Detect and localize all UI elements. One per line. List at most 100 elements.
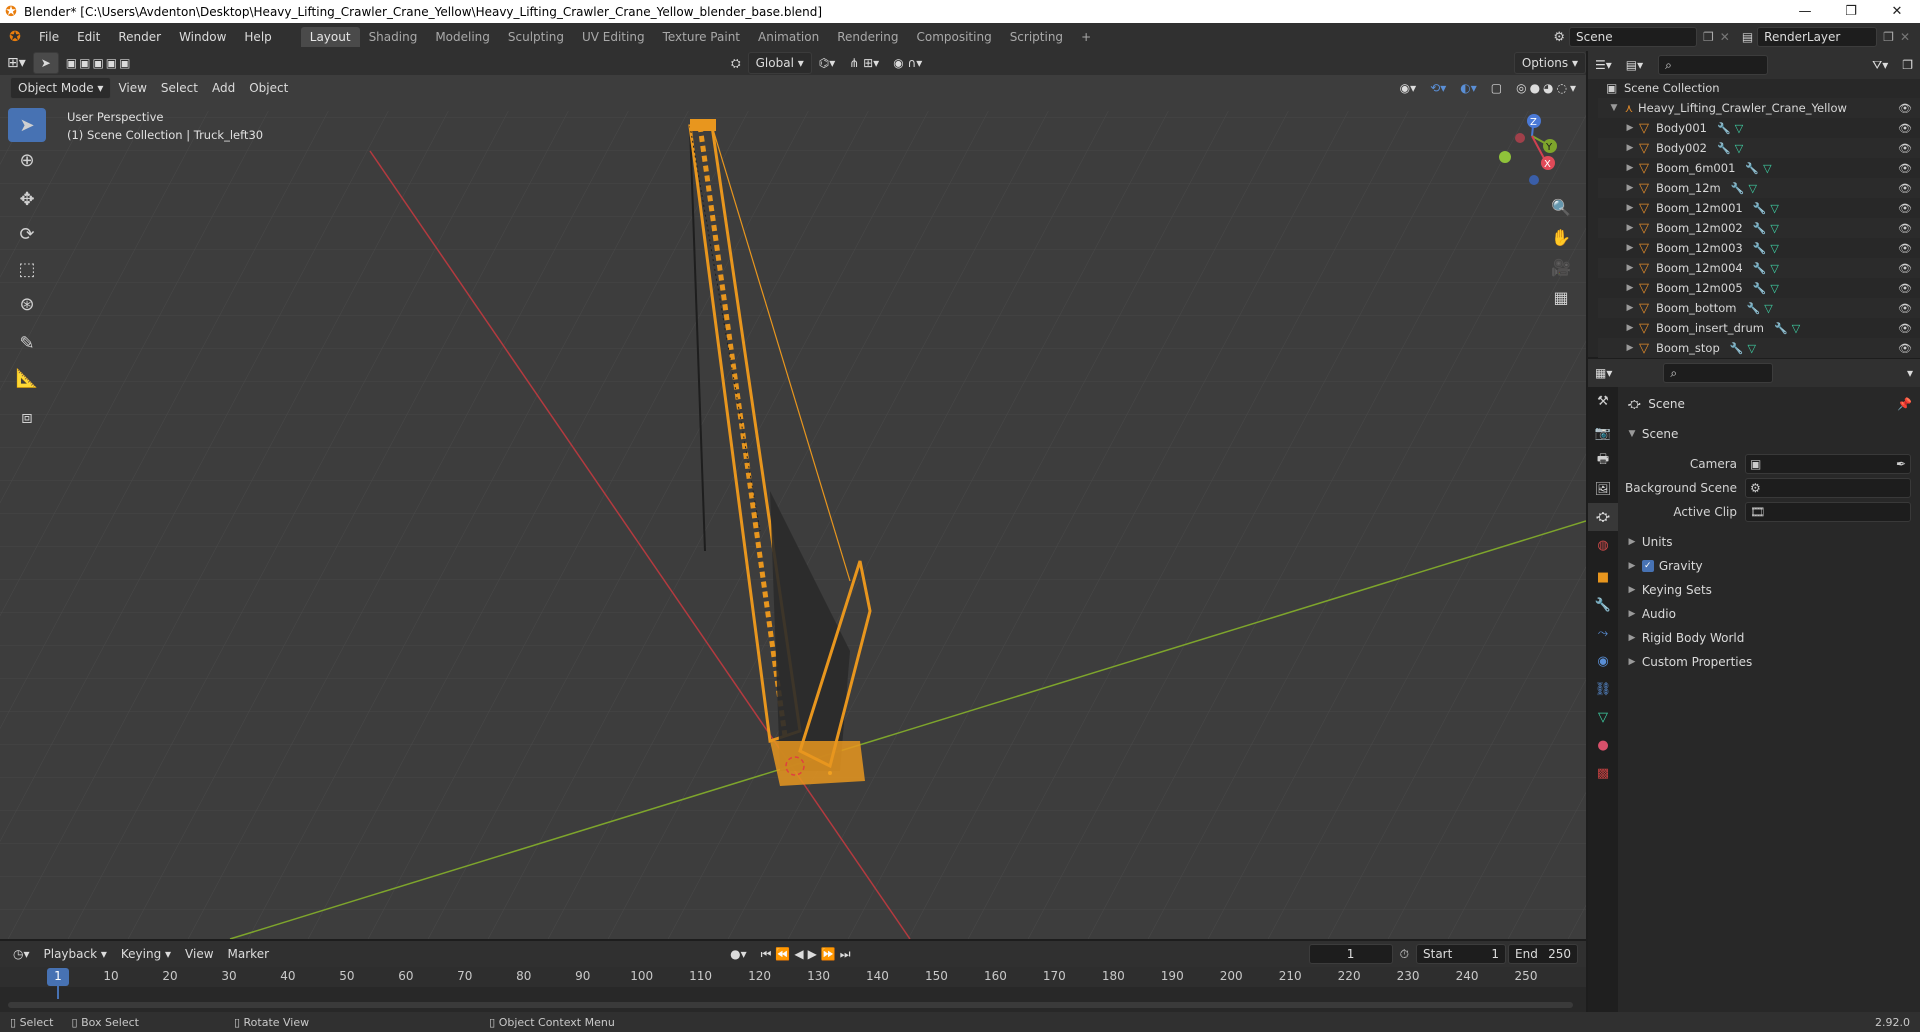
active-clip-field[interactable]: 🎞 (1745, 502, 1911, 522)
view-layer-tab-icon[interactable]: 🖼 (1588, 475, 1618, 503)
menu-file[interactable]: File (30, 30, 68, 44)
expand-arrow-icon[interactable]: ▶ (1624, 183, 1636, 193)
camera-field[interactable]: ▣ ✒ (1745, 454, 1911, 474)
select-box-tool-icon[interactable]: ➤ (8, 108, 46, 142)
scene-tab-icon[interactable]: ⛮ (1588, 503, 1618, 531)
mesh-data-icon[interactable]: ▽ (1748, 182, 1756, 195)
tab-sculpting[interactable]: Sculpting (499, 27, 573, 47)
tab-scripting[interactable]: Scripting (1001, 27, 1072, 47)
end-frame-field[interactable]: End 250 (1508, 944, 1578, 964)
visibility-eye-icon[interactable]: 👁 (1898, 122, 1912, 135)
properties-section-keying-sets[interactable]: ▶ Keying Sets (1620, 578, 1920, 602)
mesh-data-icon[interactable]: ▽ (1735, 142, 1743, 155)
filter-icon[interactable]: ⛛▾ (1865, 54, 1895, 76)
mesh-data-icon[interactable]: ▽ (1770, 282, 1778, 295)
outliner-row-object[interactable]: ▶ ▽ Boom_12m002 🔧 ▽ 👁 (1598, 218, 1920, 238)
visibility-eye-icon[interactable]: 👁 (1898, 162, 1912, 175)
visibility-eye-icon[interactable]: 👁 (1898, 102, 1912, 115)
visibility-icon[interactable]: ◉▾ (1393, 77, 1424, 99)
outliner-search-input[interactable]: ⌕ (1658, 55, 1769, 75)
xray-toggle-icon[interactable]: ▢ (1484, 77, 1509, 99)
menu-object[interactable]: Object (242, 77, 295, 99)
tab-rendering[interactable]: Rendering (828, 27, 907, 47)
delete-view-layer-icon[interactable]: ✕ (1900, 30, 1920, 44)
outliner-row-object[interactable]: ▶ ▽ Body002 🔧 ▽ 👁 (1598, 138, 1920, 158)
transform-orientation-dropdown[interactable]: Global ▾ (747, 52, 812, 74)
visibility-eye-icon[interactable]: 👁 (1898, 342, 1912, 355)
expand-arrow-icon[interactable]: ▶ (1624, 283, 1636, 293)
editor-type-icon[interactable]: ⊞▾ (0, 52, 33, 74)
particles-tab-icon[interactable]: ⤳ (1588, 619, 1618, 647)
transform-tool-icon[interactable]: ⊛ (8, 287, 46, 321)
mesh-data-icon[interactable]: ▽ (1770, 222, 1778, 235)
visibility-eye-icon[interactable]: 👁 (1898, 302, 1912, 315)
preview-range-icon[interactable]: ⏱ (1393, 943, 1416, 965)
minimize-button[interactable]: — (1782, 4, 1828, 19)
options-dropdown[interactable]: Options ▾ (1513, 52, 1586, 74)
pivot-point-icon[interactable]: ⌬▾ (812, 52, 843, 74)
expand-arrow-icon[interactable]: ▼ (1608, 103, 1620, 113)
modifier-icon[interactable]: 🔧 (1717, 142, 1731, 155)
modifier-icon[interactable]: 🔧 (1717, 122, 1731, 135)
scene-selector[interactable]: Scene (1569, 27, 1697, 47)
visibility-eye-icon[interactable]: 👁 (1898, 222, 1912, 235)
modifier-icon[interactable]: 🔧 (1753, 262, 1767, 275)
properties-search-input[interactable]: ⌕ (1663, 363, 1774, 383)
menu-window[interactable]: Window (170, 30, 235, 44)
view-layer-icon[interactable]: ▤ (1738, 30, 1757, 44)
timeline-scrollbar[interactable] (8, 1002, 1573, 1008)
menu-help[interactable]: Help (235, 30, 280, 44)
expand-arrow-icon[interactable]: ▶ (1624, 263, 1636, 273)
outliner-row-object[interactable]: ▶ ▽ Body001 🔧 ▽ 👁 (1598, 118, 1920, 138)
outliner-row-object[interactable]: ▶ ▽ Boom_insert_drum 🔧 ▽ 👁 (1598, 318, 1920, 338)
background-scene-field[interactable]: ⚙ (1745, 478, 1911, 498)
3d-viewport[interactable]: Z Y X (0, 51, 1586, 939)
proportional-edit-icon[interactable]: ◉ ∩▾ (886, 52, 929, 74)
visibility-eye-icon[interactable]: 👁 (1898, 282, 1912, 295)
scene-icon[interactable]: ⚙ (1549, 30, 1569, 45)
menu-view[interactable]: View (111, 77, 153, 99)
tab-texture-paint[interactable]: Texture Paint (654, 27, 749, 47)
visibility-eye-icon[interactable]: 👁 (1898, 142, 1912, 155)
select-tool-icon[interactable]: ➤ (32, 52, 59, 74)
scale-tool-icon[interactable]: ⬚ (8, 252, 46, 286)
close-button[interactable]: ✕ (1874, 4, 1920, 19)
modifier-icon[interactable]: 🔧 (1774, 322, 1788, 335)
marker-menu[interactable]: Marker (221, 943, 276, 965)
properties-options-icon[interactable]: ▾ (1900, 362, 1920, 384)
mode-dropdown[interactable]: Object Mode ▾ (10, 77, 112, 99)
outliner-row-object[interactable]: ▶ ▽ Boom_stop 🔧 ▽ 👁 (1598, 338, 1920, 358)
expand-arrow-icon[interactable]: ▶ (1624, 243, 1636, 253)
tab-compositing[interactable]: Compositing (907, 27, 1000, 47)
properties-editor-type-icon[interactable]: ▦▾ (1588, 362, 1619, 384)
mesh-data-icon[interactable]: ▽ (1792, 322, 1800, 335)
new-view-layer-icon[interactable]: ❐ (1877, 30, 1900, 44)
mesh-data-icon[interactable]: ▽ (1770, 202, 1778, 215)
current-frame-field[interactable]: 1 (1308, 944, 1393, 964)
expand-arrow-icon[interactable]: ▶ (1624, 223, 1636, 233)
modifier-icon[interactable]: 🔧 (1753, 202, 1767, 215)
tab-layout[interactable]: Layout (300, 27, 360, 47)
outliner-row-collection[interactable]: ▼ ⋏ Heavy_Lifting_Crawler_Crane_Yellow 👁 (1598, 98, 1920, 118)
delete-scene-icon[interactable]: ✕ (1720, 30, 1738, 44)
mesh-data-icon[interactable]: ▽ (1770, 242, 1778, 255)
perspective-toggle-icon[interactable]: ▦ (1546, 282, 1576, 312)
outliner-row-object[interactable]: ▶ ▽ Boom_12m004 🔧 ▽ 👁 (1598, 258, 1920, 278)
outliner-row-scene-collection[interactable]: ▣ Scene Collection (1598, 78, 1920, 98)
outliner-row-object[interactable]: ▶ ▽ Boom_12m 🔧 ▽ 👁 (1598, 178, 1920, 198)
properties-section-custom-properties[interactable]: ▶ Custom Properties (1620, 650, 1920, 674)
shading-mode-icons[interactable]: ◎●◕◌▾ (1509, 77, 1586, 99)
properties-section-rigid-body-world[interactable]: ▶ Rigid Body World (1620, 626, 1920, 650)
expand-arrow-icon[interactable]: ▶ (1624, 203, 1636, 213)
expand-arrow-icon[interactable]: ▶ (1624, 303, 1636, 313)
tab-animation[interactable]: Animation (749, 27, 828, 47)
modifier-icon[interactable]: 🔧 (1753, 222, 1767, 235)
rotate-tool-icon[interactable]: ⟳ (8, 217, 46, 251)
mesh-data-icon[interactable]: ▽ (1764, 302, 1772, 315)
display-mode-icon[interactable]: ▤▾ (1619, 54, 1650, 76)
modifier-icon[interactable]: 🔧 (1730, 342, 1744, 355)
visibility-eye-icon[interactable]: 👁 (1898, 322, 1912, 335)
outliner-row-object[interactable]: ▶ ▽ Boom_12m003 🔧 ▽ 👁 (1598, 238, 1920, 258)
playback-controls-icons[interactable]: ⏮⏪◀▶⏩⏭ (754, 943, 862, 965)
mesh-data-icon[interactable]: ▽ (1770, 262, 1778, 275)
